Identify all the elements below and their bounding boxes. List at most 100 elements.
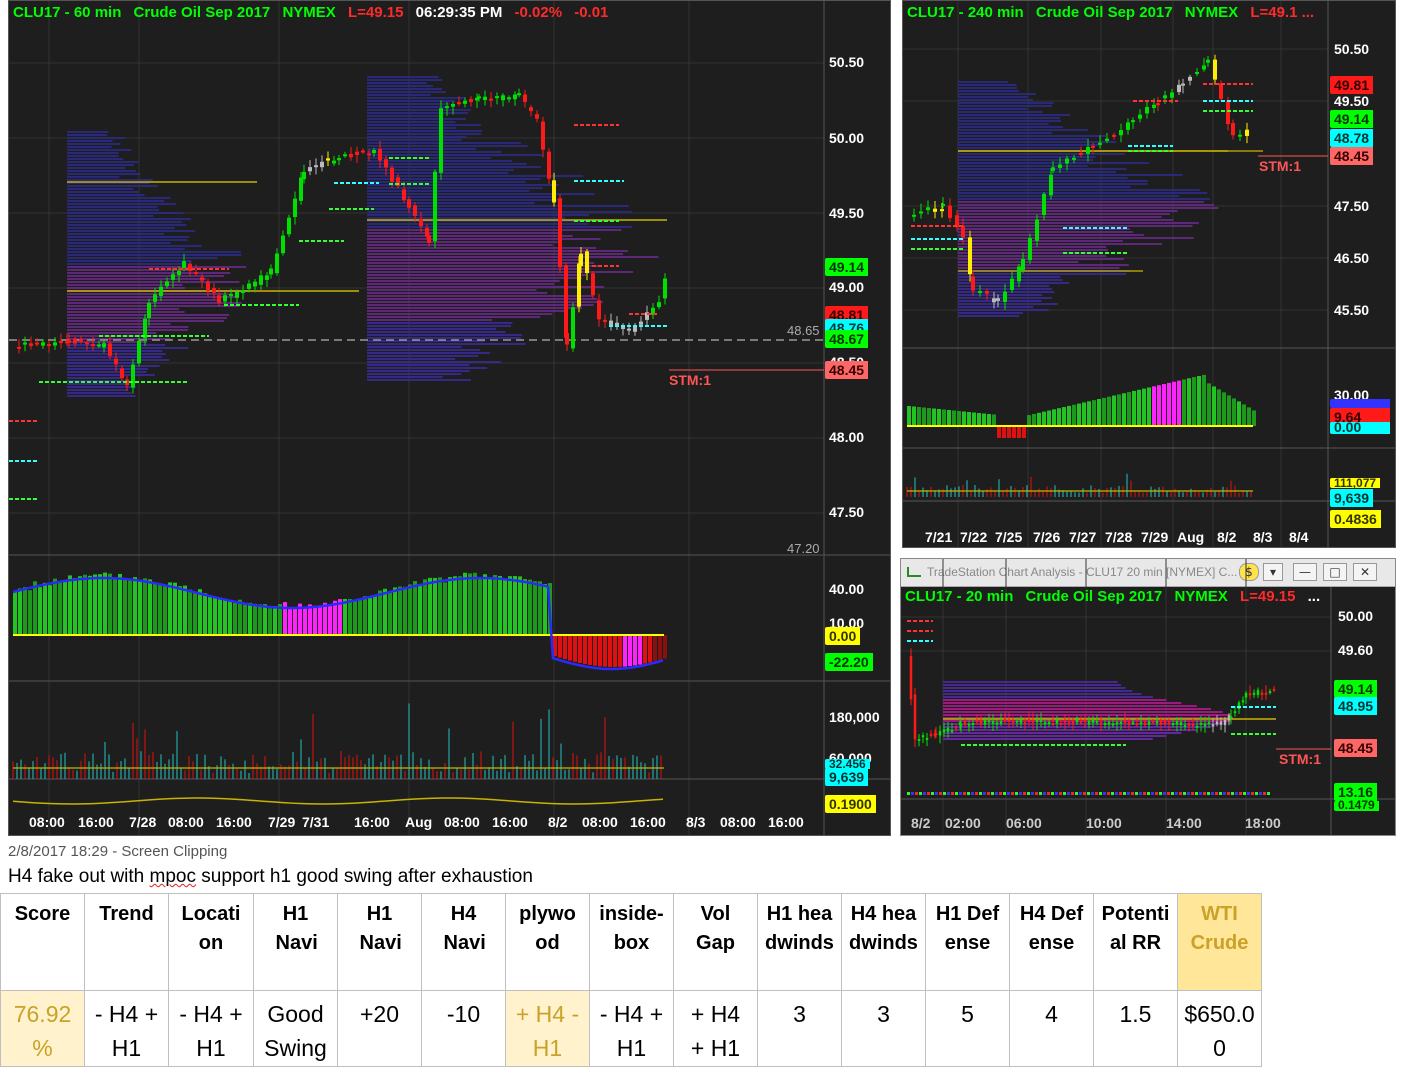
oscillator-bar [1232, 398, 1236, 426]
candle-body [948, 205, 952, 218]
oscillator-bar [1217, 389, 1221, 426]
candle-body [1063, 720, 1067, 723]
volume-profile-bar [367, 325, 511, 327]
oscillator-bar [433, 577, 437, 635]
volume-profile-bar [943, 702, 1182, 704]
price-tag-close: 49.14 [825, 258, 869, 276]
oscillator-bar [73, 578, 77, 635]
volume-profile-bar [67, 260, 192, 262]
candle-body [29, 343, 33, 346]
oscillator-bar [558, 635, 562, 658]
table-cell: 5 [925, 990, 1010, 1067]
volume-profile-bar [67, 155, 119, 157]
candle-body [1003, 291, 1007, 302]
oscillator-bar [1147, 387, 1151, 426]
candle-body [1079, 152, 1083, 155]
oscillator-dot [1243, 792, 1246, 795]
volume-profile-bar [367, 337, 521, 339]
oscillator-bar [947, 410, 951, 426]
candle-body [1177, 84, 1181, 93]
candle-body [1112, 134, 1116, 137]
clock-time: 06:29:35 PM [415, 4, 503, 21]
volume-profile-bar [958, 93, 1037, 95]
volume-profile-bar [958, 309, 1049, 311]
chart-window-20min[interactable]: TradeStation Chart Analysis - CLU17 20 m… [900, 558, 1396, 836]
table-header: H1 Defense [925, 893, 1010, 991]
candle-body [564, 265, 568, 338]
volume-profile-bar [958, 240, 1123, 242]
oscillator-bar [268, 608, 272, 635]
volume-profile-bar [67, 227, 175, 229]
candle-body [182, 261, 186, 268]
volume-profile-bar [67, 167, 126, 169]
volume-profile-bar [67, 368, 149, 370]
volume-profile-bar [67, 242, 171, 244]
candle-body [194, 272, 198, 275]
candle-body [259, 275, 263, 285]
candle-body [603, 319, 607, 322]
candle-body [591, 273, 595, 296]
volume-profile-bar [943, 684, 1121, 686]
volume-profile-bar [367, 85, 434, 87]
volume-tag-avg: 111,077 [1330, 477, 1381, 489]
candle-body [1156, 103, 1160, 106]
oscillator-dot [1087, 792, 1090, 795]
stm-marker: STM:1 [669, 372, 711, 388]
volume-profile-bar [367, 172, 509, 174]
candle-body [978, 291, 982, 294]
volume-profile-bar [367, 142, 521, 144]
oscillator-dot [979, 792, 982, 795]
candle-body [1135, 723, 1139, 726]
oscillator-bar [1072, 404, 1076, 426]
volume-profile-bar [67, 185, 158, 187]
candle-body [996, 298, 1000, 301]
candle-body [1127, 722, 1131, 726]
candle-body [314, 165, 318, 168]
candle-body [165, 281, 169, 287]
candle-body [1086, 146, 1090, 154]
candle-body [933, 208, 937, 212]
candle-body [992, 298, 996, 303]
osc-tag-value: -22.20 [825, 653, 873, 671]
oscillator-bar [243, 604, 247, 635]
candle-body [1226, 101, 1230, 125]
chart-panel-240min[interactable]: CLU17 - 240 min Crude Oil Sep 2017 NYMEX… [902, 0, 1396, 548]
oscillator-dot [1159, 792, 1162, 795]
volume-profile-bar [943, 696, 1153, 698]
candle-body [961, 225, 965, 238]
candle-body [79, 339, 83, 342]
volume-profile-bar [958, 312, 1023, 314]
volume-profile-bar [67, 248, 185, 250]
volume-profile-bar [958, 234, 1144, 236]
oscillator-bar [138, 580, 142, 635]
candle-body [1091, 719, 1095, 724]
oscillator-dot [931, 792, 934, 795]
oscillator-dot [1247, 792, 1250, 795]
volume-profile-bar [367, 226, 632, 228]
volume-profile-bar [958, 174, 1183, 176]
oscillator-dot [1171, 792, 1174, 795]
candle-body [917, 738, 921, 741]
net-change: -0.01 [574, 4, 609, 21]
oscillator-dot [1179, 792, 1182, 795]
oscillator-bar [603, 635, 607, 667]
volume-profile-bar [958, 246, 1107, 248]
chart-panel-60min[interactable]: CLU17 - 60 min Crude Oil Sep 2017 NYMEX … [8, 0, 891, 836]
candle-body [959, 724, 963, 727]
candle-body [1067, 722, 1071, 725]
candle-body [200, 277, 204, 281]
volume-profile-bar [367, 346, 462, 348]
oscillator-bar [1032, 413, 1036, 426]
oscillator-bar [1052, 409, 1056, 426]
time-axis-label: 7/28 [129, 814, 157, 830]
oscillator-bar [53, 578, 57, 635]
volume-profile-bar [958, 273, 1127, 275]
candle-body [1233, 711, 1237, 714]
oscillator-bar [68, 575, 72, 635]
oscillator-bar [168, 582, 172, 635]
oscillator-bar [378, 590, 382, 635]
oscillator-dot [1047, 792, 1050, 795]
candle-body [971, 722, 975, 725]
price-axis-label: 46.50 [1334, 250, 1370, 266]
oscillator-bar [473, 572, 477, 635]
